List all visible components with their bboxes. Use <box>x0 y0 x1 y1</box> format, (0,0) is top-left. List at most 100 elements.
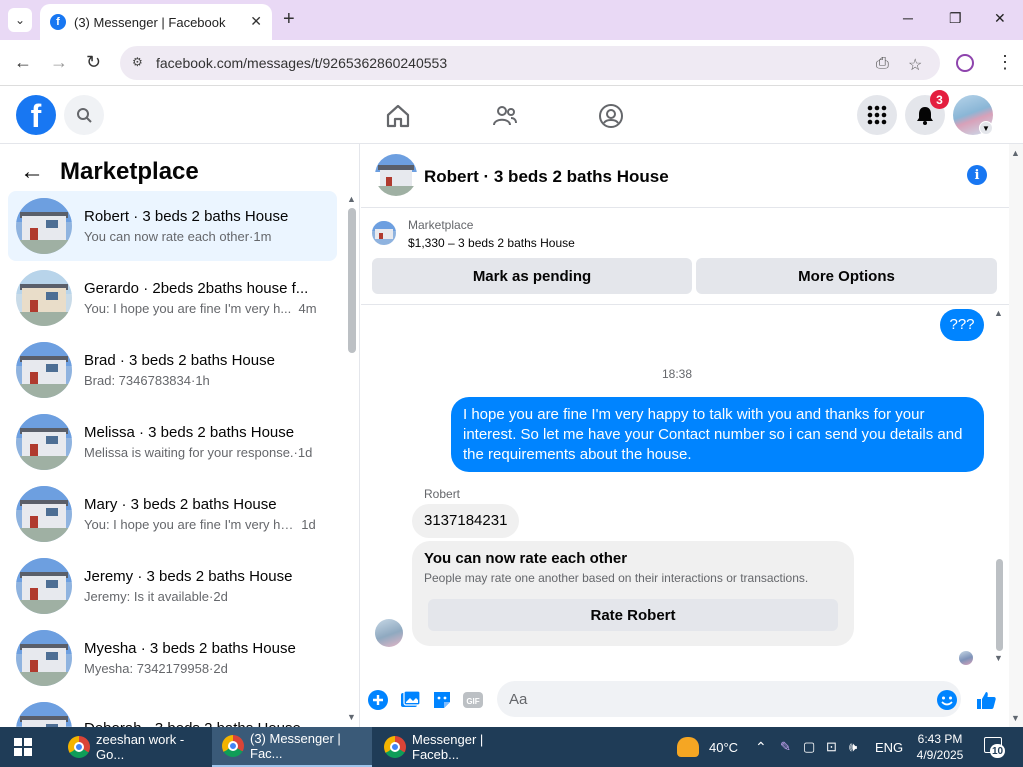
sidebar-header: ← Marketplace <box>20 158 199 186</box>
conversation-thumbnail <box>16 486 72 542</box>
chevron-down-icon: ⌄ <box>14 13 26 27</box>
menu-button[interactable] <box>857 95 897 135</box>
chat-title[interactable]: Robert · 3 beds 2 baths House <box>424 167 669 187</box>
clock-time: 6:43 PM <box>917 732 963 746</box>
new-tab-button[interactable]: + <box>283 9 295 29</box>
conversation-item[interactable]: Melissa · 3 beds 2 baths House Melissa is… <box>8 407 337 477</box>
site-info-icon[interactable]: ⚙ <box>132 55 148 71</box>
scroll-down-arrow-icon[interactable]: ▼ <box>347 712 356 722</box>
temperature[interactable]: 40°C <box>709 727 738 767</box>
conversation-preview-row: Melissa is waiting for your response. · 1d <box>84 445 329 460</box>
groups-icon[interactable] <box>598 103 624 129</box>
install-app-icon[interactable]: ⎙ <box>876 55 889 73</box>
home-icon[interactable] <box>385 103 411 129</box>
friends-icon[interactable] <box>492 103 518 129</box>
taskbar-app-label: zeeshan work - Go... <box>96 732 185 762</box>
facebook-header: f 3 ▼ <box>0 86 1023 144</box>
incoming-message[interactable]: 3137184231 <box>412 504 520 538</box>
plus-icon[interactable] <box>367 689 389 711</box>
back-button[interactable]: ← <box>14 52 32 72</box>
scroll-up-arrow-icon[interactable]: ▲ <box>347 194 356 204</box>
info-icon[interactable]: i <box>967 165 987 185</box>
conversation-item[interactable]: Mary · 3 beds 2 baths House You: I hope y… <box>8 479 337 549</box>
address-bar[interactable]: ⚙ facebook.com/messages/t/92653628602405… <box>120 46 940 80</box>
restore-button[interactable]: ❐ <box>949 10 962 27</box>
outgoing-message[interactable]: ??? <box>940 309 984 341</box>
mark-as-pending-button[interactable]: Mark as pending <box>372 258 692 294</box>
image-icon[interactable] <box>399 689 421 711</box>
conversation-meta: Myesha · 3 beds 2 baths House Myesha: 734… <box>84 640 329 676</box>
conversation-time: 1d <box>301 517 316 532</box>
close-window-button[interactable]: ✕ <box>994 10 1006 27</box>
conversation-item[interactable]: Deborah · 3 beds 2 baths House <box>8 695 337 727</box>
system-clock[interactable]: 6:43 PM 4/9/2025 <box>910 731 970 763</box>
windows-taskbar: zeeshan work - Go... (3) Messenger | Fac.… <box>0 727 1023 767</box>
conversation-name: Robert · 3 beds 2 baths House <box>84 208 289 225</box>
sticker-icon[interactable] <box>431 689 453 711</box>
pen-icon[interactable]: ✎ <box>780 727 791 767</box>
show-hidden-icons-chevron-icon[interactable]: ⌃ <box>755 727 767 767</box>
taskbar-app-button[interactable]: (3) Messenger | Fac... <box>212 727 372 767</box>
like-icon[interactable] <box>975 689 997 711</box>
back-arrow-icon[interactable]: ← <box>20 158 44 186</box>
sender-avatar[interactable] <box>375 619 403 647</box>
gif-icon[interactable]: GIF <box>462 689 484 711</box>
page-scrollbar-track[interactable] <box>1009 144 1023 727</box>
chat-scrollbar[interactable] <box>996 559 1003 651</box>
more-options-button[interactable]: More Options <box>696 258 997 294</box>
listing-thumbnail[interactable] <box>372 221 396 245</box>
conversation-time: 1m <box>253 229 272 244</box>
conversation-item[interactable]: Robert · 3 beds 2 baths House You can now… <box>8 191 337 261</box>
conversation-thumbnail <box>16 630 72 686</box>
rate-card-title: You can now rate each other <box>424 550 628 567</box>
search-icon <box>77 108 92 123</box>
facebook-favicon-icon: f <box>50 14 66 30</box>
scroll-up-arrow-icon[interactable]: ▲ <box>994 308 1003 318</box>
conversation-thumbnail <box>16 342 72 398</box>
chat-avatar[interactable] <box>375 154 417 196</box>
browser-menu-icon[interactable]: ⋮ <box>996 52 1014 73</box>
emoji-icon[interactable] <box>936 689 958 711</box>
message-input[interactable]: Aa <box>497 681 961 717</box>
conversation-name: Deborah · 3 beds 2 baths House <box>84 720 329 728</box>
conversation-time: 1h <box>195 373 210 388</box>
conversation-item[interactable]: Jeremy · 3 beds 2 baths House Jeremy: Is … <box>8 551 337 621</box>
reload-button[interactable]: ↻ <box>86 52 101 72</box>
notifications-badge: 3 <box>930 90 949 109</box>
scroll-down-arrow-icon[interactable]: ▼ <box>994 653 1003 663</box>
search-button[interactable] <box>64 95 104 135</box>
conversation-item[interactable]: Gerardo · 2beds 2baths house f... You: I … <box>8 263 337 333</box>
clock-date: 4/9/2025 <box>916 748 964 762</box>
sidebar-scrollbar[interactable] <box>348 208 356 353</box>
conversation-item[interactable]: Brad · 3 beds 2 baths House Brad: 7346783… <box>8 335 337 405</box>
taskbar-app-label: Messenger | Faceb... <box>412 732 484 762</box>
conversation-meta: Mary · 3 beds 2 baths House You: I hope y… <box>84 496 329 532</box>
chevron-down-icon[interactable]: ▼ <box>979 121 993 135</box>
browser-tab-active[interactable]: f (3) Messenger | Facebook ✕ <box>40 4 272 40</box>
close-tab-icon[interactable]: ✕ <box>250 13 262 30</box>
taskbar-app-button[interactable]: zeeshan work - Go... <box>58 727 208 767</box>
facebook-logo-icon[interactable]: f <box>16 95 56 135</box>
tab-search-button[interactable]: ⌄ <box>8 8 32 32</box>
language-indicator[interactable]: ENG <box>875 727 903 767</box>
windows-start-icon[interactable] <box>14 738 32 756</box>
conversation-preview: Brad: 7346783834 <box>84 373 191 388</box>
taskbar-app-button[interactable]: Messenger | Faceb... <box>374 727 524 767</box>
browser-profile-icon[interactable] <box>956 54 974 72</box>
volume-icon[interactable]: 🕪 <box>849 727 857 767</box>
rate-robert-button[interactable]: Rate Robert <box>428 599 838 631</box>
outgoing-message[interactable]: I hope you are fine I'm very happy to ta… <box>451 397 984 472</box>
meet-icon[interactable]: ▢ <box>803 727 815 767</box>
svg-text:GIF: GIF <box>466 697 479 706</box>
forward-button[interactable]: → <box>50 52 68 72</box>
bookmark-star-icon[interactable]: ☆ <box>908 55 922 75</box>
minimize-button[interactable]: ─ <box>903 10 913 26</box>
chat-panel: Robert · 3 beds 2 baths House i Marketpl… <box>361 144 1009 727</box>
conversation-item[interactable]: Myesha · 3 beds 2 baths House Myesha: 734… <box>8 623 337 693</box>
weather-icon[interactable] <box>677 737 699 757</box>
listing-title[interactable]: $1,330 – 3 beds 2 baths House <box>408 236 575 250</box>
scroll-up-arrow-icon[interactable]: ▲ <box>1011 148 1020 158</box>
network-icon[interactable]: ⊡ <box>826 727 837 767</box>
scroll-down-arrow-icon[interactable]: ▼ <box>1011 713 1020 723</box>
conversation-preview-row: Jeremy: Is it available · 2d <box>84 589 329 604</box>
